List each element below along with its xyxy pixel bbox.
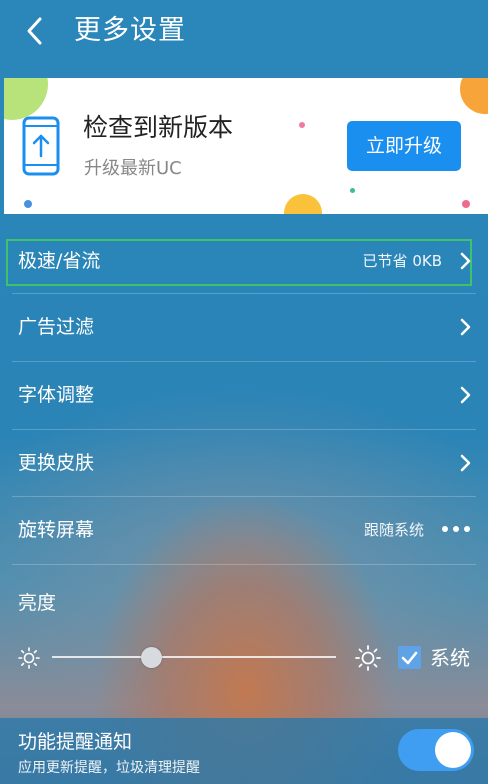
decoration-circle [460, 78, 488, 114]
update-banner[interactable]: 检查到新版本 升级最新UC 立即升级 [4, 78, 488, 214]
chevron-right-icon [460, 454, 471, 472]
settings-item-label: 旋转屏幕 [18, 519, 95, 541]
notification-title: 功能提醒通知 [18, 731, 133, 753]
decoration-circle [284, 194, 322, 214]
brightness-label: 亮度 [18, 592, 57, 614]
system-brightness-label: 系统 [430, 646, 470, 670]
sun-high-icon [355, 645, 381, 671]
settings-item-change-skin[interactable]: 更换皮肤 [0, 430, 488, 497]
settings-item-ad-filter[interactable]: 广告过滤 [0, 294, 488, 361]
notification-subtitle: 应用更新提醒，垃圾清理提醒 [18, 760, 200, 776]
upgrade-now-button[interactable]: 立即升级 [347, 121, 461, 171]
brightness-slider-track[interactable] [52, 656, 336, 658]
banner-subtitle: 升级最新UC [84, 158, 182, 179]
chevron-left-icon[interactable] [20, 16, 50, 46]
settings-item-label: 广告过滤 [18, 316, 95, 338]
settings-item-rotate-screen[interactable]: 旋转屏幕 跟随系统 [0, 497, 488, 564]
page-title: 更多设置 [74, 15, 186, 46]
decoration-circle [4, 78, 48, 120]
decoration-dot [462, 200, 470, 208]
settings-item-label: 更换皮肤 [18, 452, 95, 474]
settings-item-value: 已节省 0KB [362, 252, 442, 270]
chevron-right-icon [460, 252, 471, 270]
decoration-dot [24, 200, 32, 208]
settings-item-label: 字体调整 [18, 384, 95, 406]
settings-item-value: 跟随系统 [363, 521, 424, 539]
check-icon [401, 651, 418, 665]
phone-upload-icon [22, 116, 60, 176]
decoration-dot [299, 122, 305, 128]
settings-item-label: 极速/省流 [18, 250, 101, 272]
toggle-knob [435, 732, 471, 768]
brightness-header: 亮度 [0, 565, 488, 614]
more-dots-icon[interactable] [442, 526, 470, 534]
top-bar: 更多设置 [0, 0, 488, 66]
settings-item-font-size[interactable]: 字体调整 [0, 362, 488, 429]
notification-toggle[interactable] [398, 729, 474, 771]
chevron-right-icon [460, 318, 471, 336]
chevron-right-icon [460, 386, 471, 404]
banner-title: 检查到新版本 [83, 113, 234, 142]
brightness-slider-thumb[interactable] [140, 647, 162, 668]
sun-low-icon [18, 647, 40, 669]
system-brightness-checkbox[interactable] [398, 646, 421, 669]
decoration-dot [350, 188, 355, 193]
settings-item-speed-saving[interactable]: 极速/省流 已节省 0KB [0, 230, 488, 297]
